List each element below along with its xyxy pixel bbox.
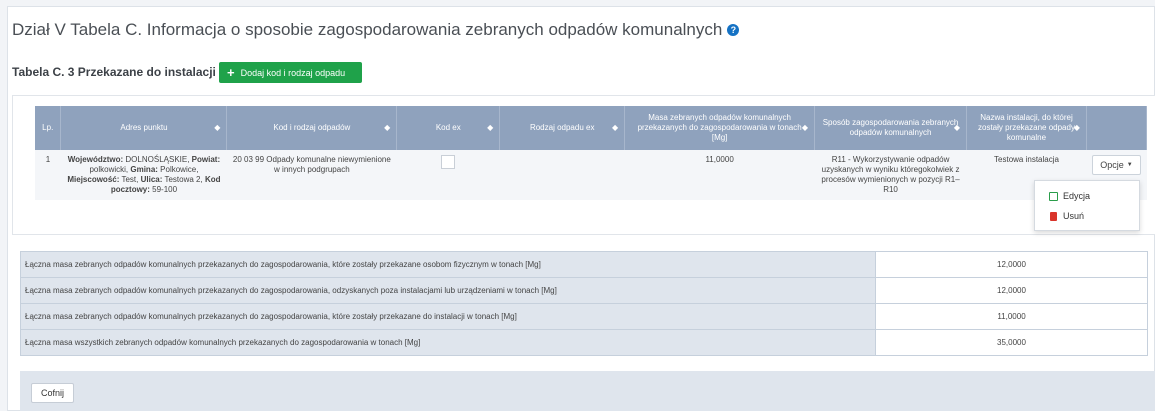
summary-label: Łączna masa zebranych odpadów komunalnyc… <box>20 251 876 278</box>
sort-icon: ◆ <box>953 123 961 132</box>
caret-down-icon: ▼ <box>1126 162 1133 168</box>
sort-icon: ◆ <box>384 123 391 132</box>
sort-icon: ◆ <box>214 123 221 132</box>
summary-label: Łączna masa zebranych odpadów komunalnyc… <box>20 303 876 330</box>
column-header-mass[interactable]: Masa zebranych odpadów komunalnych przek… <box>624 106 816 150</box>
summary-value: 12,0000 <box>875 277 1148 304</box>
column-header-installation[interactable]: Nazwa instalacji, do której zostały prze… <box>966 106 1087 150</box>
cell-kod-ex <box>396 150 500 200</box>
section-title: Tabela C. 3 Przekazane do instalacji <box>12 65 216 79</box>
cell-rodzaj-ex <box>499 150 625 200</box>
summary-row: Łączna masa zebranych odpadów komunalnyc… <box>20 303 1148 330</box>
column-header-actions <box>1086 106 1148 150</box>
sort-icon: ◆ <box>487 123 494 132</box>
page-title: Dział V Tabela C. Informacja o sposobie … <box>12 20 740 40</box>
column-header-address[interactable]: Adres punktu ◆ <box>60 106 228 150</box>
cell-method: R11 - Wykorzystywanie odpadów uzyskanych… <box>814 150 967 200</box>
kod-ex-checkbox[interactable] <box>441 155 456 169</box>
page-title-text: Dział V Tabela C. Informacja o sposobie … <box>12 20 723 39</box>
trash-icon <box>1050 211 1057 221</box>
cell-address: Województwo: DOLNOŚLĄSKIE, Powiat: polko… <box>60 150 227 200</box>
table-row: 1 Województwo: DOLNOŚLĄSKIE, Powiat: pol… <box>35 150 1147 200</box>
cell-lp: 1 <box>35 150 61 200</box>
options-button[interactable]: Opcje ▼ <box>1092 155 1141 175</box>
add-waste-code-button[interactable]: + Dodaj kod i rodzaj odpadu <box>219 62 362 83</box>
footer-bar: Cofnij <box>20 371 1155 411</box>
sort-icon: ◆ <box>1073 123 1080 132</box>
column-header-kod-ex[interactable]: Kod ex ◆ <box>396 106 501 150</box>
table-container: Lp. Adres punktu ◆ Kod i rodzaj odpadów ◆ … <box>12 95 1155 235</box>
edit-icon <box>1049 191 1058 201</box>
question-circle-icon[interactable]: ? <box>727 24 740 36</box>
sort-icon: ◆ <box>612 123 619 132</box>
summary-value: 11,0000 <box>875 303 1148 330</box>
add-waste-code-label: Dodaj kod i rodzaj odpadu <box>240 67 346 78</box>
edit-menu-item[interactable]: Edycja <box>1035 187 1139 205</box>
summary-row: Łączna masa zebranych odpadów komunalnyc… <box>20 277 1148 304</box>
column-header-rodzaj-ex[interactable]: Rodzaj odpadu ex ◆ <box>499 106 626 150</box>
summary-row: Łączna masa wszystkich zebranych odpadów… <box>20 329 1148 356</box>
summary-value: 12,0000 <box>875 251 1148 278</box>
cell-mass: 11,0000 <box>624 150 815 200</box>
summary-label: Łączna masa wszystkich zebranych odpadów… <box>20 329 876 356</box>
options-dropdown: Edycja Usuń <box>1034 180 1140 231</box>
summary-table: Łączna masa zebranych odpadów komunalnyc… <box>20 251 1148 356</box>
column-header-method[interactable]: Sposób zagospodarowania zebranych odpadó… <box>814 106 968 150</box>
sort-icon: ◆ <box>801 123 809 132</box>
column-header-waste-code[interactable]: Kod i rodzaj odpadów ◆ <box>226 106 398 150</box>
installations-table: Lp. Adres punktu ◆ Kod i rodzaj odpadów ◆ … <box>35 106 1148 200</box>
cell-waste-code: 20 03 99 Odpady komunalne niewymienione … <box>226 150 397 200</box>
plus-icon: + <box>227 65 235 80</box>
summary-value: 35,0000 <box>875 329 1148 356</box>
delete-menu-item[interactable]: Usuń <box>1035 207 1139 225</box>
summary-row: Łączna masa zebranych odpadów komunalnyc… <box>20 251 1148 278</box>
column-header-lp[interactable]: Lp. <box>35 106 62 150</box>
back-button[interactable]: Cofnij <box>31 383 75 403</box>
summary-label: Łączna masa zebranych odpadów komunalnyc… <box>20 277 876 304</box>
